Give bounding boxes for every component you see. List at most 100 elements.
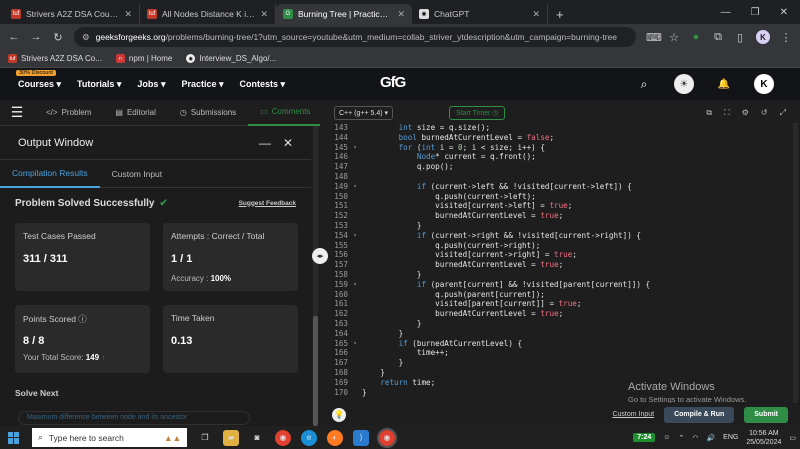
scrollbar-thumb[interactable] <box>313 316 318 426</box>
fold-arrow-icon[interactable] <box>348 319 362 329</box>
fold-arrow-icon[interactable] <box>348 270 362 280</box>
fold-arrow-icon[interactable] <box>348 221 362 231</box>
code-line[interactable]: 146 Node* current = q.front(); <box>330 152 800 162</box>
fold-arrow-icon[interactable] <box>348 201 362 211</box>
fold-arrow-icon[interactable] <box>348 348 362 358</box>
code-line[interactable]: 143 int size = q.size(); <box>330 123 800 133</box>
file-explorer-icon[interactable]: ▰ <box>223 429 239 446</box>
forward-icon[interactable]: → <box>30 31 42 43</box>
fold-arrow-icon[interactable]: ▾ <box>348 182 362 192</box>
browser-tab-strivers[interactable]: tuf Strivers A2Z DSA Course/Sheet ✕ <box>4 4 140 24</box>
code-line[interactable]: 159 ▾ if (parent[current] && !visited[par… <box>330 280 800 290</box>
expand-icon[interactable]: ⤢ <box>780 108 786 118</box>
reload-icon[interactable]: ↻ <box>52 31 64 44</box>
notification-icon[interactable]: ▭ <box>789 434 796 442</box>
language-select[interactable]: C++ (g++ 5.4) ▾ <box>334 106 394 120</box>
close-tab-icon[interactable]: ✕ <box>532 9 540 20</box>
code-line[interactable]: 164 } <box>330 329 800 339</box>
minimize-panel-icon[interactable]: — <box>259 136 271 150</box>
code-line[interactable]: 160 q.push(parent[current]); <box>330 290 800 300</box>
fold-arrow-icon[interactable]: ▾ <box>348 143 362 153</box>
code-line[interactable]: 150 q.push(current->left); <box>330 192 800 202</box>
url-field[interactable]: ⚙ geeksforgeeks.org/problems/burning-tre… <box>74 27 636 47</box>
fold-arrow-icon[interactable]: ▾ <box>348 339 362 349</box>
code-line[interactable]: 144 bool burnedAtCurrentLevel = false; <box>330 133 800 143</box>
nav-courses[interactable]: 30% Discount Courses ▾ <box>16 69 61 90</box>
close-panel-icon[interactable]: ✕ <box>283 136 293 150</box>
fold-arrow-icon[interactable] <box>348 241 362 251</box>
hamburger-menu-icon[interactable]: ☰ <box>0 100 34 126</box>
fold-arrow-icon[interactable] <box>348 172 362 182</box>
fold-arrow-icon[interactable] <box>348 299 362 309</box>
minimize-icon[interactable]: — <box>721 7 731 18</box>
fold-arrow-icon[interactable] <box>348 123 362 133</box>
search-icon[interactable]: ⌕ <box>634 74 654 94</box>
close-window-icon[interactable]: ✕ <box>780 7 788 18</box>
code-line[interactable]: 158 } <box>330 270 800 280</box>
fold-arrow-icon[interactable] <box>348 211 362 221</box>
custom-input-link[interactable]: Custom Input <box>612 411 654 418</box>
code-line[interactable]: 169 return time; <box>330 378 800 388</box>
sidebar-icon[interactable]: ▯ <box>734 31 746 44</box>
code-line[interactable]: 147 q.pop(); <box>330 162 800 172</box>
restore-icon[interactable]: ❐ <box>751 7 760 18</box>
browser-tab-burning-tree[interactable]: G Burning Tree | Practice | GeeksfS ✕ <box>276 4 412 24</box>
fold-arrow-icon[interactable] <box>348 260 362 270</box>
lightbulb-icon[interactable]: 💡 <box>332 407 346 422</box>
code-line[interactable]: 155 q.push(current->right); <box>330 241 800 251</box>
vscode-icon[interactable]: ⟩ <box>353 429 369 446</box>
code-line[interactable]: 151 visited[current->left] = true; <box>330 201 800 211</box>
taskbar-search[interactable]: ⌕ Type here to search ▲▲ <box>32 428 187 447</box>
people-icon[interactable]: ☺ <box>663 434 670 441</box>
settings-icon[interactable]: ⚙ <box>742 108 749 118</box>
compile-run-button[interactable]: Compile & Run <box>664 406 735 423</box>
extension-icon[interactable]: ● <box>690 31 702 43</box>
close-tab-icon[interactable]: ✕ <box>260 9 268 20</box>
fold-arrow-icon[interactable] <box>348 290 362 300</box>
copy-icon[interactable]: ⧉ <box>706 108 712 118</box>
wifi-icon[interactable]: ◠ <box>692 434 698 442</box>
fold-arrow-icon[interactable] <box>348 378 362 388</box>
volume-icon[interactable]: 🔊 <box>706 434 715 442</box>
tab-submissions[interactable]: ◷ Submissions <box>168 100 248 126</box>
fold-arrow-icon[interactable]: ▾ <box>348 231 362 241</box>
chrome-active-icon[interactable]: ◉ <box>377 427 397 448</box>
new-tab-icon[interactable]: + <box>548 4 572 24</box>
fold-arrow-icon[interactable]: ▾ <box>348 280 362 290</box>
fold-arrow-icon[interactable] <box>348 250 362 260</box>
browser-tab-chatgpt[interactable]: ✺ ChatGPT ✕ <box>412 4 548 24</box>
translate-icon[interactable]: ⌨ <box>646 31 662 44</box>
clock[interactable]: 10:56 AM 25/05/2024 <box>746 429 781 447</box>
code-line[interactable]: 154 ▾ if (current->right && !visited[curr… <box>330 231 800 241</box>
nav-contests[interactable]: Contests ▾ <box>240 79 286 90</box>
code-line[interactable]: 148 <box>330 172 800 182</box>
fold-arrow-icon[interactable] <box>348 388 362 398</box>
fold-arrow-icon[interactable] <box>348 162 362 172</box>
menu-dots-icon[interactable]: ⋮ <box>780 31 792 44</box>
next-problem-link[interactable]: Maximum difference between node and its … <box>18 411 250 425</box>
code-line[interactable]: 168 } <box>330 368 800 378</box>
nav-practice[interactable]: Practice ▾ <box>181 79 223 90</box>
profile-avatar[interactable]: K <box>756 30 770 44</box>
language-indicator[interactable]: ENG <box>723 434 738 441</box>
resize-splitter-icon[interactable]: ◂▸ <box>312 248 328 264</box>
code-line[interactable]: 161 visited[parent[current]] = true; <box>330 299 800 309</box>
tab-compilation-results[interactable]: Compilation Results <box>0 160 100 188</box>
browser-tab-all-nodes[interactable]: tuf All Nodes Distance K in Binary T ✕ <box>140 4 276 24</box>
back-icon[interactable]: ← <box>8 31 20 43</box>
bookmark-star-icon[interactable]: ☆ <box>668 31 680 44</box>
chrome-icon[interactable]: ◉ <box>275 429 291 446</box>
bookmark-npm[interactable]: n npm | Home <box>115 54 172 63</box>
code-line[interactable]: 145 ▾ for (int i = 0; i < size; i++) { <box>330 143 800 153</box>
code-line[interactable]: 153 } <box>330 221 800 231</box>
code-line[interactable]: 162 burnedAtCurrentLevel = true; <box>330 309 800 319</box>
start-timer-button[interactable]: Start Timer ◷ <box>449 106 506 120</box>
tab-editorial[interactable]: ▤ Editorial <box>103 100 167 126</box>
editor-scrollbar[interactable] <box>793 123 798 403</box>
gfg-logo[interactable]: GfG <box>380 74 406 91</box>
nav-tutorials[interactable]: Tutorials ▾ <box>77 79 121 90</box>
output-scrollbar[interactable] <box>313 126 318 426</box>
code-line[interactable]: 165 ▾ if (burnedAtCurrentLevel) { <box>330 339 800 349</box>
site-info-icon[interactable]: ⚙ <box>82 32 90 43</box>
fold-arrow-icon[interactable] <box>348 152 362 162</box>
